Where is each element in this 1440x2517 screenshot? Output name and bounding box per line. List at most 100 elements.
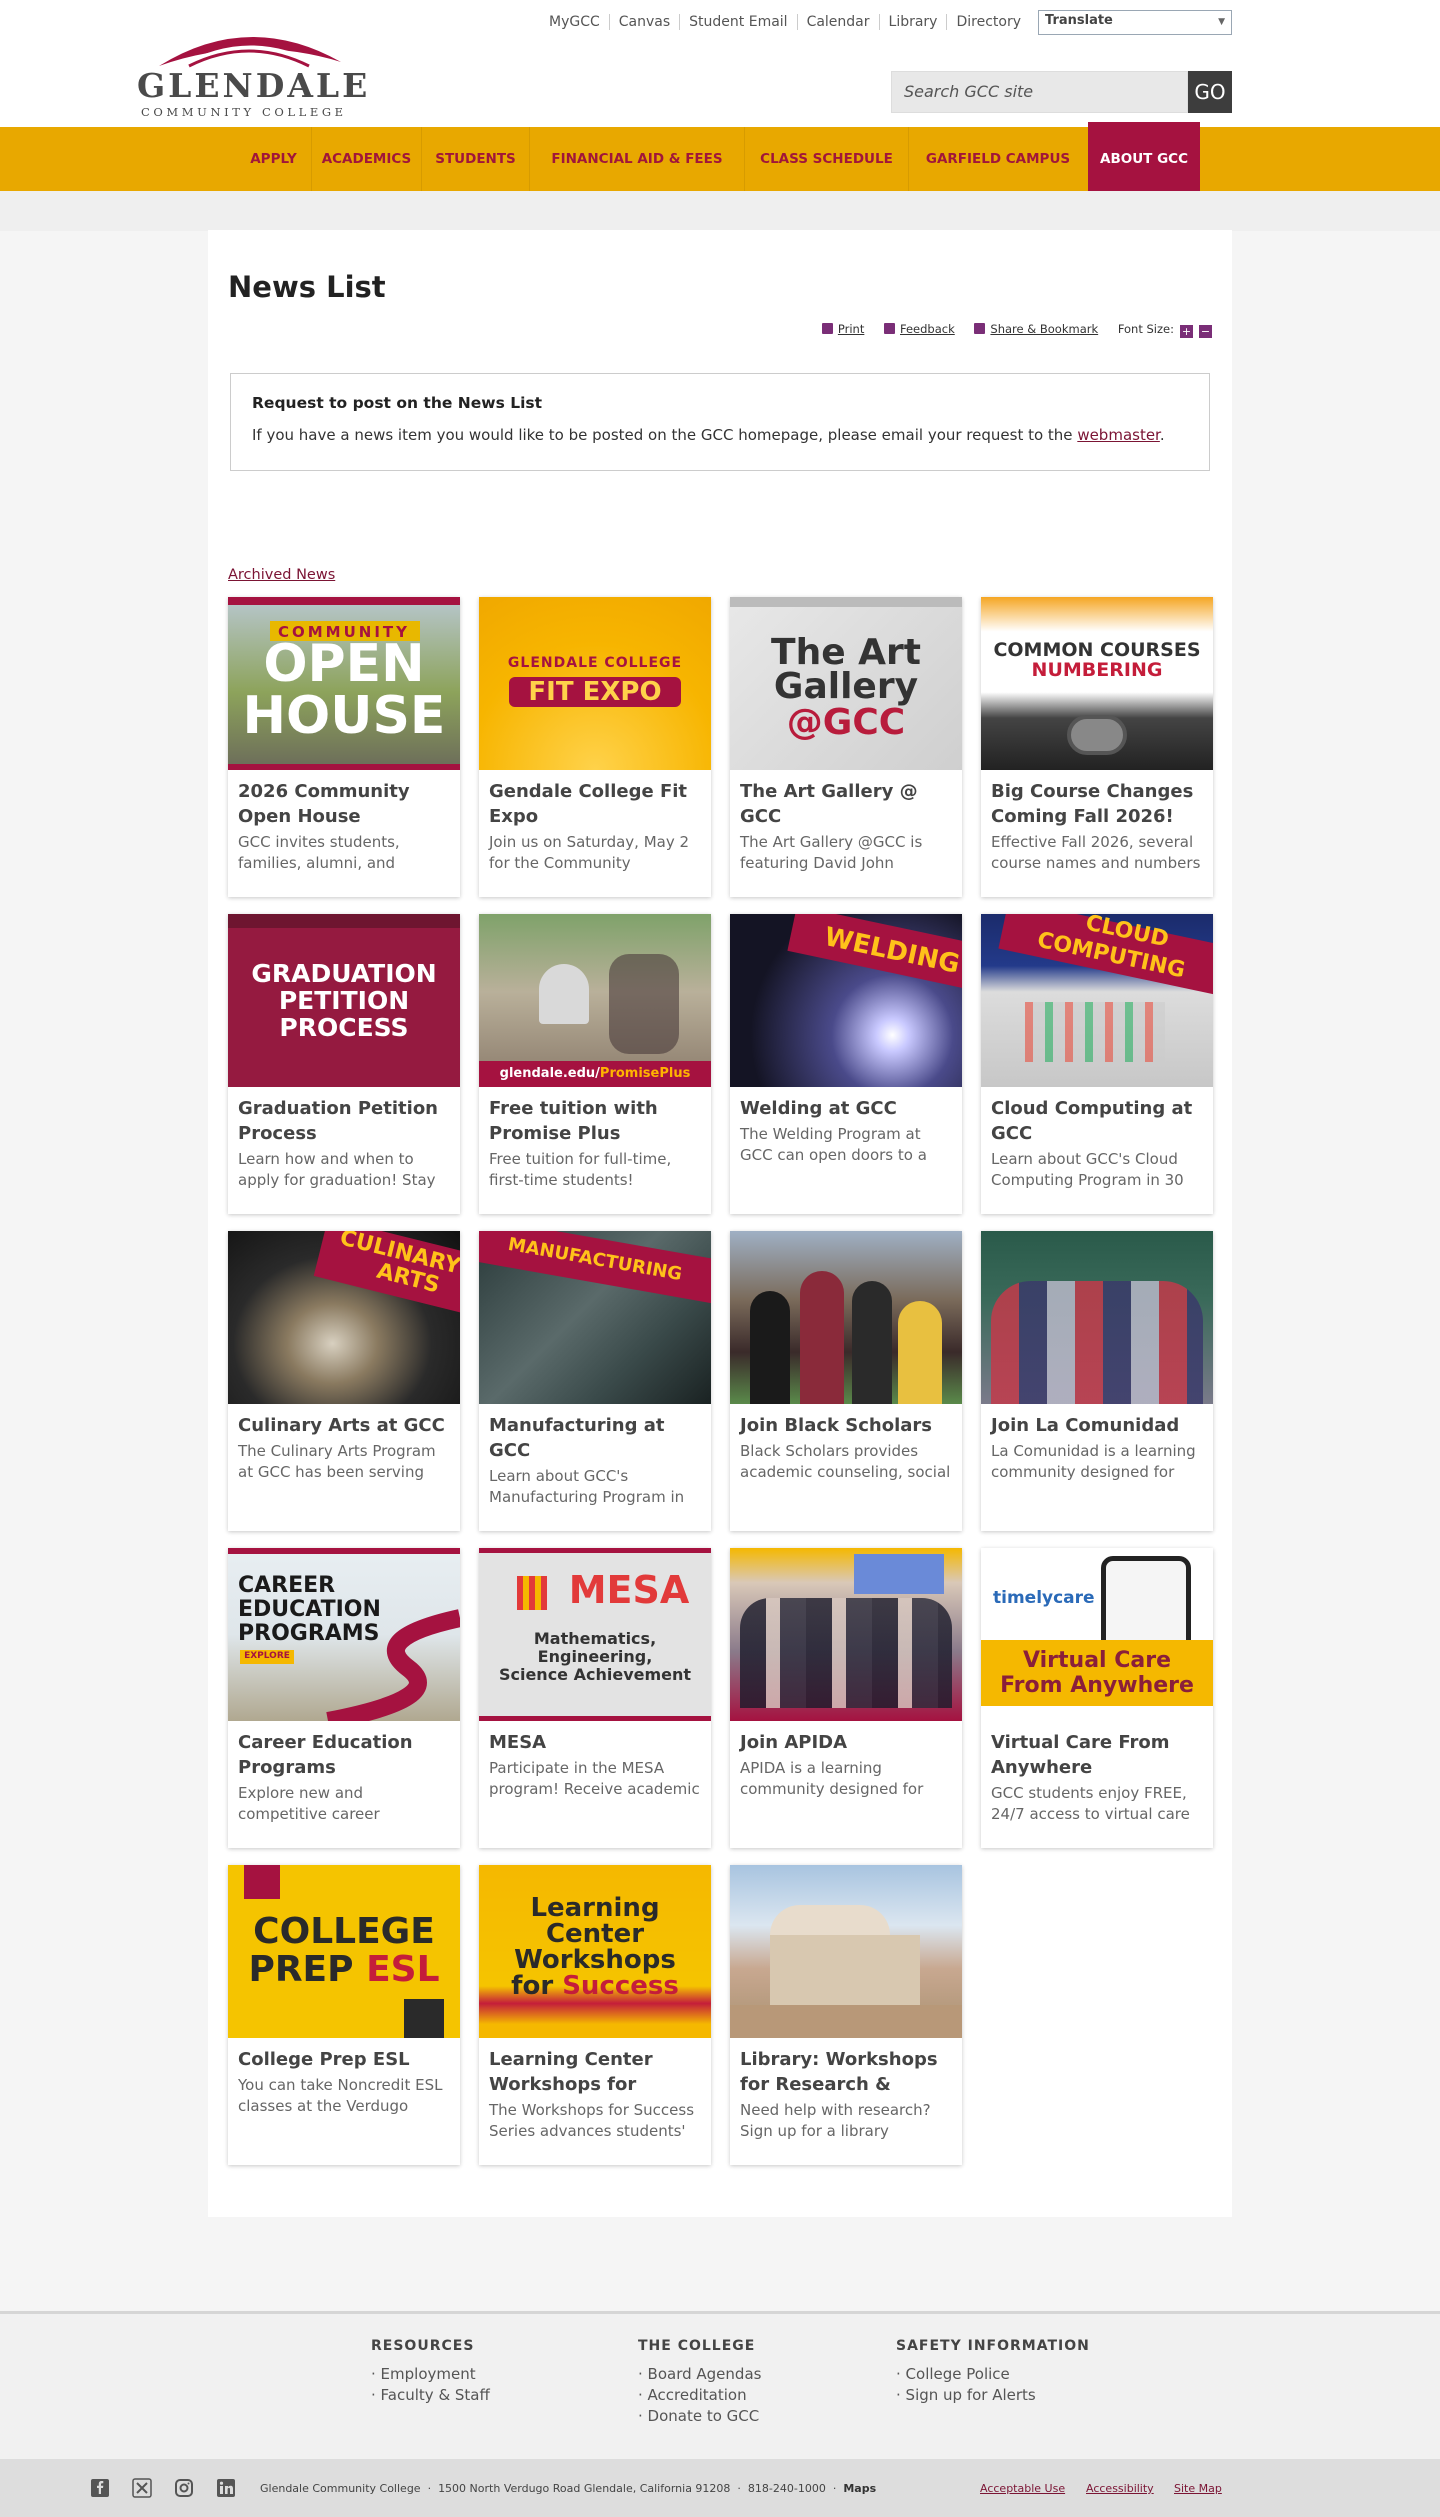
footer-link-college-police[interactable]: · College Police	[896, 2364, 1090, 2385]
news-card-cloud-computing[interactable]: CLOUD COMPUTING Cloud Computing at GCC L…	[981, 914, 1213, 1214]
footer-heading: RESOURCES	[371, 2338, 475, 2354]
card-desc: Free tuition for full-time, first-time s…	[489, 1150, 672, 1189]
road-illustration	[326, 1609, 460, 1721]
card-title: Learning Center Workshops for	[489, 2049, 653, 2095]
utility-link-library[interactable]: Library	[878, 14, 947, 30]
card-title: The Art Gallery @ GCC	[740, 781, 918, 827]
utility-link-calendar[interactable]: Calendar	[796, 14, 879, 30]
footer-link-alerts[interactable]: · Sign up for Alerts	[896, 2385, 1090, 2406]
card-desc: Join us on Saturday, May 2 for the Commu…	[489, 833, 690, 872]
card-title: Join Black Scholars	[740, 1415, 932, 1436]
news-card-welding[interactable]: WELDING Welding at GCC The Welding Progr…	[730, 914, 962, 1214]
nav-item-apply[interactable]: APPLY	[236, 127, 311, 191]
search-input[interactable]: Search GCC site	[891, 71, 1188, 113]
news-card-culinary-arts[interactable]: CULINARY ARTS Culinary Arts at GCC The C…	[228, 1231, 460, 1531]
instagram-icon[interactable]	[174, 2478, 194, 2498]
card-title: Career Education Programs	[238, 1732, 413, 1778]
font-increase-icon[interactable]: +	[1180, 325, 1193, 338]
news-card-open-house[interactable]: COMMUNITY OPEN HOUSE 2026 Community Open…	[228, 597, 460, 897]
feedback-button[interactable]: Feedback	[884, 322, 955, 336]
page-title: News List	[228, 270, 386, 304]
site-footer: RESOURCES · Employment · Faculty & Staff…	[0, 2311, 1440, 2459]
archived-news-link[interactable]: Archived News	[228, 567, 335, 583]
search-go-button[interactable]: GO	[1188, 71, 1232, 113]
news-card-learning-center[interactable]: Learning Center Workshops for Success Le…	[479, 1865, 711, 2165]
logo-arc-icon	[159, 36, 341, 68]
nav-item-about-gcc[interactable]: ABOUT GCC	[1088, 122, 1200, 191]
utility-link-canvas[interactable]: Canvas	[608, 14, 679, 30]
card-title: Join APIDA	[740, 1732, 848, 1753]
news-card-art-gallery[interactable]: The Art Gallery @GCC The Art Gallery @ G…	[730, 597, 962, 897]
maps-link[interactable]: Maps	[843, 2482, 876, 2495]
footer-link-accreditation[interactable]: · Accreditation	[638, 2385, 761, 2406]
main-nav: APPLY ACADEMICS STUDENTS FINANCIAL AID &…	[0, 122, 1440, 191]
feedback-icon	[884, 323, 895, 334]
x-icon[interactable]	[132, 2478, 152, 2498]
news-card-course-changes[interactable]: COMMON COURSES NUMBERING Big Course Chan…	[981, 597, 1213, 897]
nav-item-garfield-campus[interactable]: GARFIELD CAMPUS	[908, 127, 1087, 191]
facebook-icon[interactable]	[90, 2478, 110, 2498]
card-title: Welding at GCC	[740, 1098, 897, 1119]
card-image	[730, 1548, 962, 1721]
nav-item-academics[interactable]: ACADEMICS	[311, 127, 421, 191]
page-tools: Print Feedback Share & Bookmark Font Siz…	[806, 322, 1212, 338]
translate-select[interactable]: Translate ▼	[1038, 10, 1232, 35]
college-logo[interactable]: GLENDALE COMMUNITY COLLEGE	[137, 28, 371, 119]
utility-link-mygcc[interactable]: MyGCC	[540, 14, 609, 30]
card-image: CAREER EDUCATION PROGRAMS EXPLORE	[228, 1548, 460, 1721]
card-image: glendale.edu/PromisePlus	[479, 914, 711, 1087]
accessibility-link[interactable]: Accessibility	[1086, 2482, 1154, 2495]
card-title: Manufacturing at GCC	[489, 1415, 665, 1461]
footer-column-resources: RESOURCES · Employment · Faculty & Staff	[371, 2338, 490, 2406]
card-desc: GCC students enjoy FREE, 24/7 access to …	[991, 1784, 1190, 1823]
news-card-college-prep-esl[interactable]: COLLEGE PREP ESL College Prep ESL You ca…	[228, 1865, 460, 2165]
nav-item-class-schedule[interactable]: CLASS SCHEDULE	[744, 127, 908, 191]
news-card-apida[interactable]: Join APIDA APIDA is a learning community…	[730, 1548, 962, 1848]
card-image: COMMON COURSES NUMBERING	[981, 597, 1213, 770]
footer-link-employment[interactable]: · Employment	[371, 2364, 490, 2385]
news-card-manufacturing[interactable]: MANUFACTURING Manufacturing at GCC Learn…	[479, 1231, 711, 1531]
logo-name: GLENDALE	[137, 66, 371, 105]
logo-subtitle: COMMUNITY COLLEGE	[141, 105, 347, 119]
news-card-career-education[interactable]: CAREER EDUCATION PROGRAMS EXPLORE Career…	[228, 1548, 460, 1848]
card-title: MESA	[489, 1732, 547, 1753]
card-image: MANUFACTURING	[479, 1231, 711, 1404]
nav-item-financial-aid[interactable]: FINANCIAL AID & FEES	[529, 127, 744, 191]
footer-column-safety: SAFETY INFORMATION · College Police · Si…	[896, 2338, 1090, 2406]
nav-item-students[interactable]: STUDENTS	[421, 127, 529, 191]
site-map-link[interactable]: Site Map	[1174, 2482, 1222, 2495]
footer-heading: THE COLLEGE	[638, 2338, 756, 2354]
utility-link-directory[interactable]: Directory	[946, 14, 1030, 30]
news-card-graduation-petition[interactable]: GRADUATION PETITION PROCESS Graduation P…	[228, 914, 460, 1214]
font-decrease-icon[interactable]: −	[1199, 325, 1212, 338]
notice-text: If you have a news item you would like t…	[252, 426, 1165, 444]
card-desc: Participate in the MESA program! Receive…	[489, 1759, 700, 1798]
card-image: GLENDALE COLLEGE FIT EXPO	[479, 597, 711, 770]
card-title: Gendale College Fit Expo	[489, 781, 688, 827]
footer-link-donate[interactable]: · Donate to GCC	[638, 2406, 761, 2427]
footer-link-faculty-staff[interactable]: · Faculty & Staff	[371, 2385, 490, 2406]
footer-link-board-agendas[interactable]: · Board Agendas	[638, 2364, 761, 2385]
card-desc: APIDA is a learning community designed f…	[740, 1759, 924, 1798]
translate-label: Translate	[1045, 13, 1113, 28]
news-card-virtual-care[interactable]: timelycare Virtual Care From Anywhere Vi…	[981, 1548, 1213, 1848]
utility-link-student-email[interactable]: Student Email	[679, 14, 796, 30]
card-title: Cloud Computing at GCC	[991, 1098, 1193, 1144]
news-request-notice: Request to post on the News List If you …	[230, 373, 1210, 471]
news-card-black-scholars[interactable]: Join Black Scholars Black Scholars provi…	[730, 1231, 962, 1531]
news-card-fit-expo[interactable]: GLENDALE COLLEGE FIT EXPO Gendale Colleg…	[479, 597, 711, 897]
card-image: Learning Center Workshops for Success	[479, 1865, 711, 2038]
acceptable-use-link[interactable]: Acceptable Use	[980, 2482, 1065, 2495]
share-bookmark-button[interactable]: Share & Bookmark	[974, 322, 1098, 336]
card-desc: Black Scholars provides academic counsel…	[740, 1442, 951, 1481]
news-card-la-comunidad[interactable]: Join La Comunidad La Comunidad is a lear…	[981, 1231, 1213, 1531]
news-card-library-workshops[interactable]: Library: Workshops for Research & Need h…	[730, 1865, 962, 2165]
card-title: 2026 Community Open House	[238, 781, 410, 827]
card-desc: La Comunidad is a learning community des…	[991, 1442, 1196, 1481]
news-card-mesa[interactable]: MESA Mathematics, Engineering, Science A…	[479, 1548, 711, 1848]
linkedin-icon[interactable]	[216, 2478, 236, 2498]
webmaster-link[interactable]: webmaster	[1077, 426, 1160, 444]
print-button[interactable]: Print	[821, 322, 864, 336]
news-card-promise-plus[interactable]: glendale.edu/PromisePlus Free tuition wi…	[479, 914, 711, 1214]
card-desc: GCC invites students, families, alumni, …	[238, 833, 400, 872]
